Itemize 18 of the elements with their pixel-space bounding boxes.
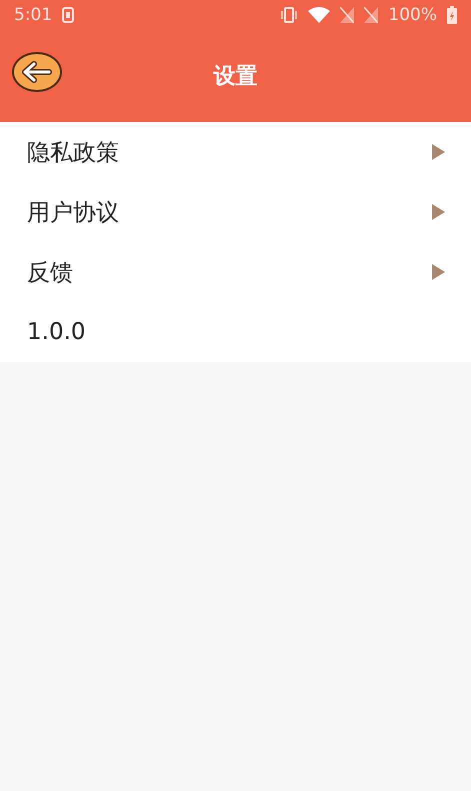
battery-charging-icon	[447, 6, 457, 24]
version-text: 1.0.0	[27, 319, 86, 345]
sim-icon	[62, 7, 74, 23]
no-signal-icon	[340, 7, 354, 23]
settings-item[interactable]: 用户协议	[0, 182, 471, 242]
page-title: 设置	[214, 63, 258, 91]
wifi-icon	[308, 7, 330, 23]
arrow-left-icon	[22, 61, 52, 83]
caret-right-icon	[432, 144, 445, 160]
caret-right-icon	[432, 204, 445, 220]
settings-item[interactable]: 反馈	[0, 242, 471, 302]
status-time: 5:01	[14, 5, 52, 25]
vibrate-icon	[280, 7, 298, 23]
battery-percent: 100%	[388, 5, 437, 25]
back-button[interactable]	[12, 52, 62, 92]
settings-item[interactable]: 隐私政策	[0, 122, 471, 182]
no-signal-icon	[364, 7, 378, 23]
caret-right-icon	[432, 264, 445, 280]
